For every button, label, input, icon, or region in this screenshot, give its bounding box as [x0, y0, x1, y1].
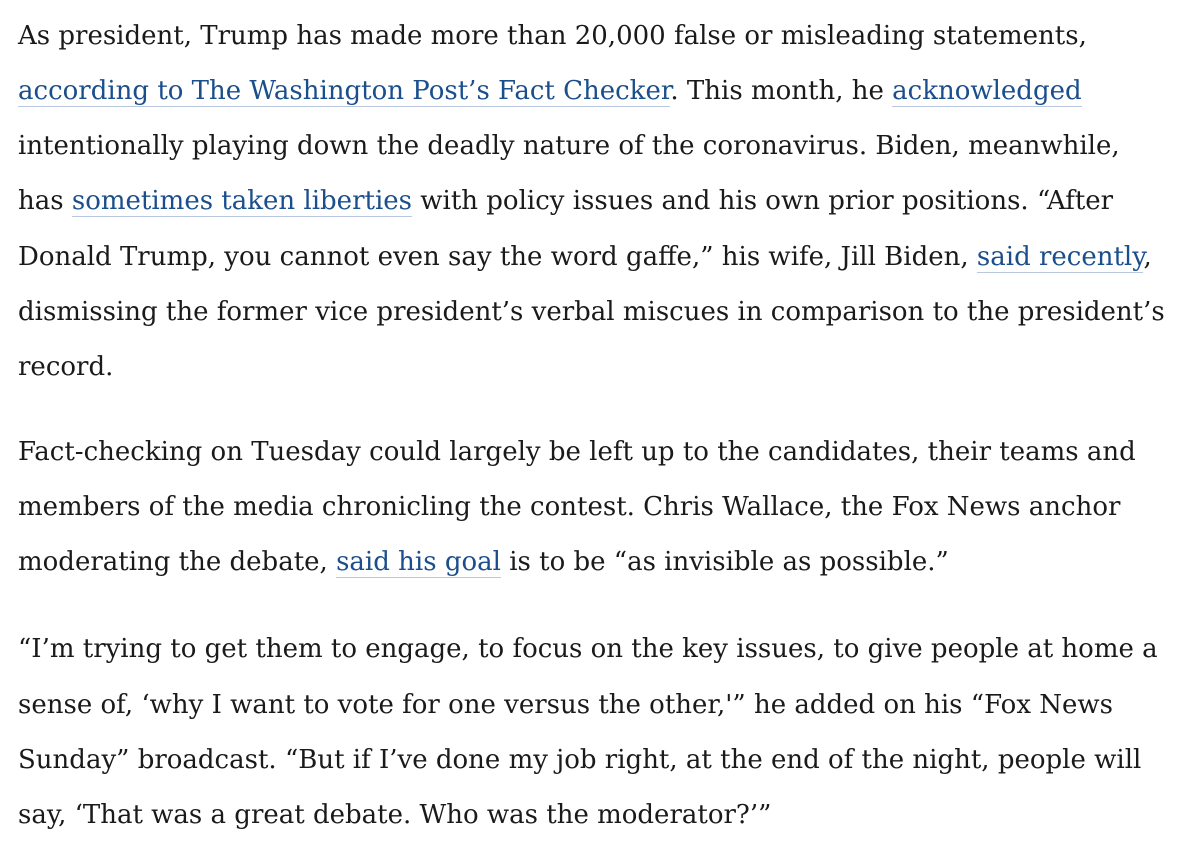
text-segment: has [18, 186, 72, 216]
paragraph-2-line: members of the media chronicling the con… [18, 488, 1120, 526]
text-segment: with policy issues and his own prior pos… [412, 186, 1114, 216]
inline-link[interactable]: according to The Washington Post’s Fact … [18, 76, 671, 107]
text-segment: As president, Trump has made more than 2… [18, 21, 1087, 51]
text-segment: Sunday” broadcast. “But if I’ve done my … [18, 745, 1142, 775]
paragraph-1-line: record. [18, 348, 113, 386]
text-segment: . This month, he [670, 76, 893, 106]
inline-link[interactable]: sometimes taken liberties [71, 186, 412, 217]
text-segment: “I’m trying to get them to engage, to fo… [18, 634, 1158, 664]
text-segment: members of the media chronicling the con… [18, 492, 1121, 522]
text-segment: moderating the debate, [18, 547, 337, 577]
inline-link[interactable]: said his goal [336, 547, 501, 578]
paragraph-3-line: say, ‘That was a great debate. Who was t… [18, 796, 771, 834]
text-segment: dismissing the former vice president’s v… [18, 297, 1165, 327]
text-segment: sense of, ‘why I want to vote for one ve… [18, 690, 1113, 720]
paragraph-1-line: As president, Trump has made more than 2… [18, 17, 1087, 55]
paragraph-3-line: Sunday” broadcast. “But if I’ve done my … [18, 741, 1141, 779]
paragraph-1-line: has sometimes taken liberties with polic… [18, 182, 1113, 220]
paragraph-2-line: moderating the debate, said his goal is … [18, 543, 949, 581]
inline-link[interactable]: acknowledged [892, 76, 1082, 107]
paragraph-2-line: Fact-checking on Tuesday could largely b… [18, 433, 1136, 471]
text-segment: is to be “as invisible as possible.” [500, 547, 949, 577]
paragraph-3-line: “I’m trying to get them to engage, to fo… [18, 630, 1158, 668]
text-segment: Fact-checking on Tuesday could largely b… [18, 437, 1136, 467]
text-segment: , [1143, 242, 1152, 272]
paragraph-1-line: intentionally playing down the deadly na… [18, 127, 1120, 165]
paragraph-1-line: dismissing the former vice president’s v… [18, 293, 1165, 331]
text-segment: say, ‘That was a great debate. Who was t… [18, 800, 772, 830]
text-segment: Donald Trump, you cannot even say the wo… [18, 242, 977, 272]
inline-link[interactable]: said recently [976, 242, 1144, 273]
paragraph-1-line: according to The Washington Post’s Fact … [18, 72, 1082, 110]
paragraph-3-line: sense of, ‘why I want to vote for one ve… [18, 686, 1113, 724]
paragraph-1-line: Donald Trump, you cannot even say the wo… [18, 238, 1152, 276]
text-segment: record. [18, 352, 114, 382]
text-segment: intentionally playing down the deadly na… [18, 131, 1120, 161]
